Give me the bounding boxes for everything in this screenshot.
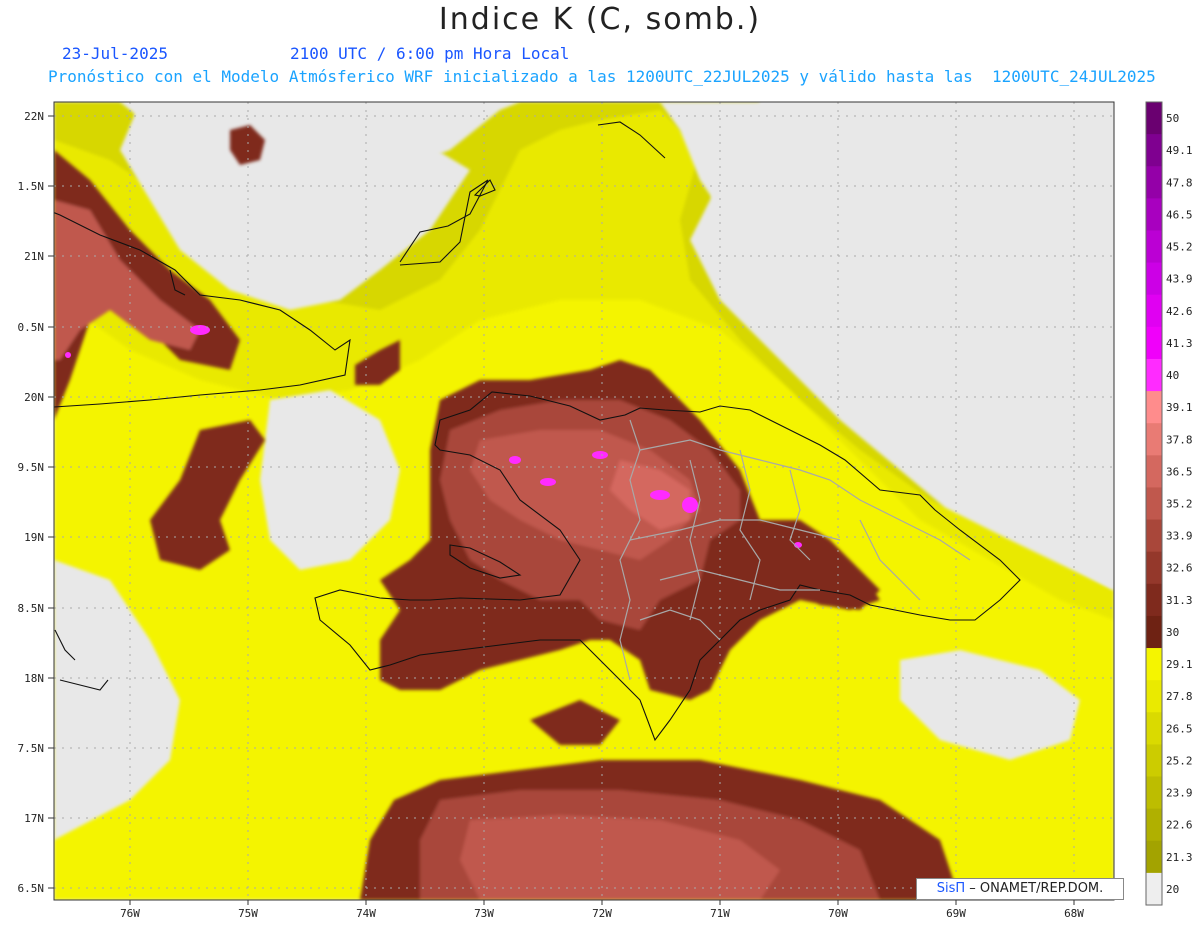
lat-label: 18N	[24, 672, 44, 685]
colorbar-swatch	[1146, 808, 1162, 842]
colorbar-label: 35.2	[1166, 498, 1193, 511]
lon-label: 74W	[356, 907, 376, 920]
colorbar-label: 46.5	[1166, 208, 1193, 221]
colorbar-swatch	[1146, 102, 1162, 135]
credit-brand: SisΠ	[936, 881, 966, 896]
lon-axis: 76W 75W 74W 73W 72W 71W 70W 69W 68W	[120, 907, 1084, 920]
colorbar-label: 39.1	[1166, 401, 1193, 414]
colorbar-label: 32.6	[1166, 562, 1193, 575]
lat-label: 6.5N	[18, 882, 45, 895]
colorbar-swatch	[1146, 776, 1162, 810]
colorbar-label: 42.6	[1166, 305, 1193, 318]
map-plot-area	[54, 102, 1114, 900]
colorbar-swatch	[1146, 262, 1162, 296]
colorbar-swatch	[1146, 358, 1162, 392]
lon-label: 75W	[238, 907, 258, 920]
lat-label: 8.5N	[18, 602, 45, 615]
lon-label: 73W	[474, 907, 494, 920]
lat-axis: 22N 1.5N 21N 0.5N 20N 9.5N 19N 8.5N 18N …	[18, 110, 45, 895]
lon-label: 72W	[592, 907, 612, 920]
lon-label: 68W	[1064, 907, 1084, 920]
lon-label: 71W	[710, 907, 730, 920]
colorbar-label: 40	[1166, 369, 1179, 382]
forecast-time: 2100 UTC / 6:00 pm Hora Local	[290, 44, 570, 63]
colorbar-swatch	[1146, 166, 1162, 199]
lat-label: 20N	[24, 391, 44, 404]
colorbar-swatch	[1146, 230, 1162, 264]
colorbar-swatch	[1146, 391, 1162, 424]
colorbar-swatch	[1146, 551, 1162, 585]
forecast-date: 23-Jul-2025	[62, 44, 168, 63]
lon-label: 69W	[946, 907, 966, 920]
colorbar-label: 43.9	[1166, 273, 1193, 286]
colorbar-label: 29.1	[1166, 658, 1193, 671]
colorbar-label: 41.3	[1166, 337, 1193, 350]
colorbar-swatch	[1146, 423, 1162, 456]
colorbar-swatch	[1146, 487, 1162, 521]
colorbar-label: 47.8	[1166, 176, 1193, 189]
colorbar-swatch	[1146, 455, 1162, 488]
colorbar-swatch	[1146, 294, 1162, 328]
colorbar-label: 20	[1166, 883, 1179, 896]
credit-text: – ONAMET/REP.DOM.	[965, 881, 1104, 896]
lon-label: 76W	[120, 907, 140, 920]
lon-label: 70W	[828, 907, 848, 920]
colorbar-swatch	[1146, 198, 1162, 231]
colorbar-swatch	[1146, 519, 1162, 553]
colorbar-label: 33.9	[1166, 530, 1193, 543]
colorbar-swatch	[1146, 840, 1162, 874]
lat-label: 1.5N	[18, 180, 45, 193]
colorbar-swatch	[1146, 680, 1162, 713]
colorbar-label: 23.9	[1166, 787, 1193, 800]
lat-label: 7.5N	[18, 742, 45, 755]
lat-label: 9.5N	[18, 461, 45, 474]
colorbar-label: 45.2	[1166, 241, 1193, 254]
colorbar: 50 49.1 47.8 46.5 45.2 43.9 42.6 41.3 40 39.1 37.8…	[1145, 101, 1193, 906]
lat-label: 19N	[24, 531, 44, 544]
colorbar-label: 25.2	[1166, 754, 1193, 767]
colorbar-swatch	[1146, 744, 1162, 778]
colorbar-label: 30	[1166, 626, 1179, 639]
lat-ticks	[48, 115, 54, 889]
colorbar-swatch	[1146, 583, 1162, 617]
map-title: Indice K (C, somb.)	[438, 2, 762, 37]
colorbar-label: 37.8	[1166, 433, 1193, 446]
colorbar-swatch	[1146, 615, 1162, 649]
lat-label: 17N	[24, 812, 44, 825]
lat-label: 0.5N	[18, 321, 45, 334]
colorbar-label: 22.6	[1166, 819, 1193, 832]
colorbar-label: 26.5	[1166, 722, 1193, 735]
model-description: Pronóstico con el Modelo Atmósferico WRF…	[48, 67, 1156, 86]
colorbar-label: 27.8	[1166, 690, 1193, 703]
lon-ticks	[129, 900, 1075, 905]
colorbar-swatch	[1146, 712, 1162, 745]
colorbar-swatch	[1146, 872, 1162, 906]
forecast-map: 22N 1.5N 21N 0.5N 20N 9.5N 19N 8.5N 18N …	[18, 101, 1193, 920]
lat-label: 21N	[24, 250, 44, 263]
colorbar-label: 36.5	[1166, 465, 1193, 478]
colorbar-label: 31.3	[1166, 594, 1193, 607]
colorbar-swatch	[1146, 648, 1162, 681]
lat-label: 22N	[24, 110, 44, 123]
colorbar-label: 21.3	[1166, 851, 1193, 864]
colorbar-label: 49.1	[1166, 144, 1193, 157]
colorbar-label: 50	[1166, 112, 1179, 125]
credit-box: SisΠ – ONAMET/REP.DOM.	[916, 878, 1124, 900]
colorbar-swatch	[1146, 134, 1162, 167]
colorbar-swatch	[1146, 326, 1162, 360]
